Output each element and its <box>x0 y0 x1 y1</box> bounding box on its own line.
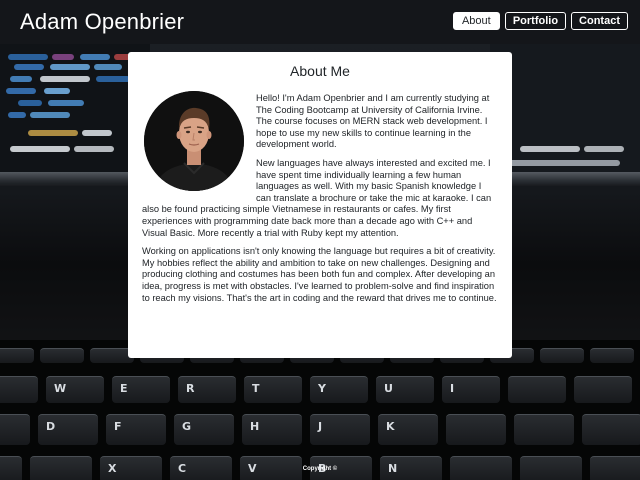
footer-copyright: Copyright © <box>302 466 338 472</box>
code-line <box>14 64 44 70</box>
nav-contact-button[interactable]: Contact <box>571 12 628 30</box>
keyboard-key <box>0 414 30 445</box>
keyboard-key <box>582 414 640 445</box>
nav-portfolio-button[interactable]: Portfolio <box>504 12 567 30</box>
about-paragraph-3: Working on applications isn't only knowi… <box>142 246 497 303</box>
code-line <box>8 112 26 118</box>
keyboard-key <box>0 376 38 403</box>
keyboard-key-letter: T <box>252 382 260 395</box>
code-line <box>8 54 48 60</box>
code-line <box>10 76 32 82</box>
keyboard-key-letter: D <box>46 420 56 433</box>
keyboard-key <box>514 414 574 445</box>
keyboard-key <box>590 348 634 363</box>
nav-about-button[interactable]: About <box>452 12 500 30</box>
code-line <box>584 146 624 152</box>
brand-name[interactable]: Adam Openbrier <box>20 8 184 36</box>
code-line <box>520 146 580 152</box>
code-line <box>500 160 620 166</box>
code-line <box>30 112 70 118</box>
code-line <box>44 88 70 94</box>
keyboard: WERTYUISDFGHJKXCVBN <box>0 340 640 480</box>
keyboard-key-letter: E <box>120 382 128 395</box>
code-line <box>74 146 114 152</box>
keyboard-key-letter: U <box>384 382 393 395</box>
code-line <box>10 146 70 152</box>
code-line <box>82 130 112 136</box>
code-line <box>96 76 130 82</box>
code-line <box>50 64 90 70</box>
nav-links: About Portfolio Contact <box>452 12 628 30</box>
keyboard-key <box>574 376 632 403</box>
code-line <box>52 54 74 60</box>
keyboard-key-letter: H <box>250 420 260 433</box>
code-line <box>28 130 78 136</box>
keyboard-key-letter: G <box>182 420 192 433</box>
code-line <box>18 100 42 106</box>
keyboard-key-letter: W <box>54 382 67 395</box>
about-title: About Me <box>290 63 350 79</box>
about-card: About Me Hello! I'm Adam Openbrier and I… <box>128 52 512 358</box>
code-line <box>94 64 122 70</box>
keyboard-key <box>446 414 506 445</box>
profile-photo <box>144 91 244 191</box>
keyboard-key-letter: K <box>386 420 395 433</box>
keyboard-key-letter: J <box>318 420 323 433</box>
keyboard-key <box>508 376 566 403</box>
code-line <box>40 76 90 82</box>
keyboard-key-letter: Y <box>318 382 326 395</box>
code-line <box>48 100 84 106</box>
code-line <box>80 54 110 60</box>
keyboard-key-letter: I <box>450 382 455 395</box>
keyboard-key-letter: F <box>114 420 122 433</box>
code-line <box>6 88 36 94</box>
keyboard-key <box>0 348 34 363</box>
navbar: Adam Openbrier About Portfolio Contact <box>0 0 640 44</box>
keyboard-key-letter: R <box>186 382 195 395</box>
keyboard-key <box>540 348 584 363</box>
keyboard-key <box>40 348 84 363</box>
